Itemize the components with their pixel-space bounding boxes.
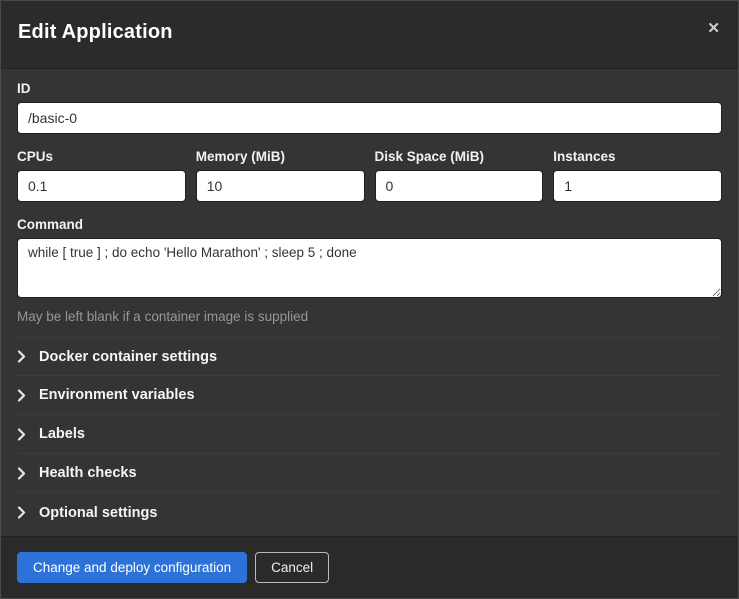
id-input[interactable]	[17, 102, 722, 134]
disk-label: Disk Space (MiB)	[375, 149, 544, 164]
section-health-checks[interactable]: Health checks	[17, 454, 722, 493]
id-field-group: ID	[17, 81, 722, 134]
memory-field-group: Memory (MiB)	[196, 149, 365, 202]
section-optional-settings[interactable]: Optional settings	[17, 493, 722, 532]
modal-header: Edit Application ✕	[1, 1, 738, 69]
command-label: Command	[17, 217, 722, 232]
chevron-right-icon	[17, 350, 33, 363]
memory-input[interactable]	[196, 170, 365, 202]
instances-field-group: Instances	[553, 149, 722, 202]
cpus-label: CPUs	[17, 149, 186, 164]
section-docker-container-settings[interactable]: Docker container settings	[17, 337, 722, 376]
cancel-button[interactable]: Cancel	[255, 552, 329, 583]
deploy-button[interactable]: Change and deploy configuration	[17, 552, 247, 583]
cpus-field-group: CPUs	[17, 149, 186, 202]
section-label: Docker container settings	[39, 349, 217, 365]
disk-input[interactable]	[375, 170, 544, 202]
close-button[interactable]: ✕	[703, 17, 724, 40]
section-label: Environment variables	[39, 387, 195, 403]
instances-input[interactable]	[553, 170, 722, 202]
edit-application-modal: Edit Application ✕ ID CPUs Memory (MiB) …	[0, 0, 739, 599]
modal-body: ID CPUs Memory (MiB) Disk Space (MiB) In…	[1, 69, 738, 536]
close-icon: ✕	[707, 20, 720, 37]
command-textarea[interactable]: while [ true ] ; do echo 'Hello Marathon…	[17, 238, 722, 298]
section-label: Health checks	[39, 465, 137, 481]
chevron-right-icon	[17, 428, 33, 441]
modal-footer: Change and deploy configuration Cancel	[1, 536, 738, 598]
memory-label: Memory (MiB)	[196, 149, 365, 164]
chevron-right-icon	[17, 506, 33, 519]
chevron-right-icon	[17, 389, 33, 402]
chevron-right-icon	[17, 467, 33, 480]
cpus-input[interactable]	[17, 170, 186, 202]
collapsible-sections: Docker container settings Environment va…	[17, 337, 722, 532]
section-label: Optional settings	[39, 505, 157, 521]
section-environment-variables[interactable]: Environment variables	[17, 376, 722, 415]
instances-label: Instances	[553, 149, 722, 164]
id-label: ID	[17, 81, 722, 96]
resources-row: CPUs Memory (MiB) Disk Space (MiB) Insta…	[17, 149, 722, 202]
section-labels[interactable]: Labels	[17, 415, 722, 454]
command-help-text: May be left blank if a container image i…	[17, 309, 722, 324]
disk-field-group: Disk Space (MiB)	[375, 149, 544, 202]
section-label: Labels	[39, 426, 85, 442]
command-field-group: Command while [ true ] ; do echo 'Hello …	[17, 217, 722, 324]
modal-title: Edit Application	[18, 21, 720, 44]
